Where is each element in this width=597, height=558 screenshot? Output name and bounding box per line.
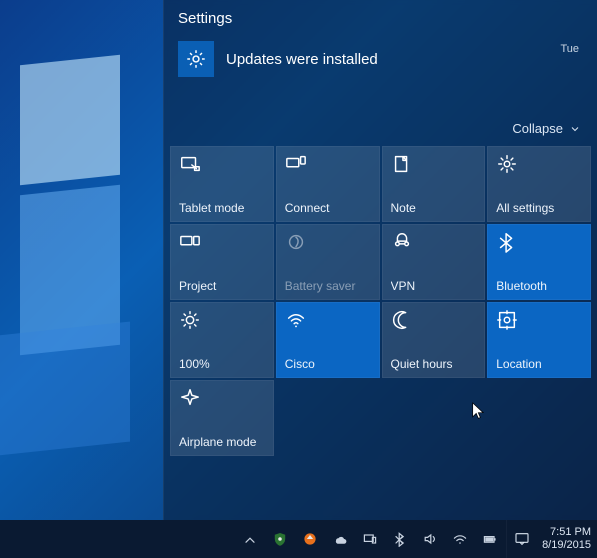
notification-group-header: Settings xyxy=(164,4,597,31)
connect-icon xyxy=(285,153,307,175)
tile-location[interactable]: Location xyxy=(487,302,591,378)
airplane-icon xyxy=(179,387,201,409)
clock-time: 7:51 PM xyxy=(542,526,591,539)
clock-date: 8/19/2015 xyxy=(542,539,591,552)
sync-orange-tray-icon[interactable] xyxy=(302,531,318,547)
tile-tablet-mode[interactable]: Tablet mode xyxy=(170,146,274,222)
tile-connect[interactable]: Connect xyxy=(276,146,380,222)
tile-label: Connect xyxy=(285,201,375,215)
tablet-icon xyxy=(179,153,201,175)
tile-bluetooth[interactable]: Bluetooth xyxy=(487,224,591,300)
bluetooth-icon xyxy=(496,231,518,253)
tile-airplane-mode[interactable]: Airplane mode xyxy=(170,380,274,456)
tile-note[interactable]: Note xyxy=(382,146,486,222)
collapse-button[interactable]: Collapse xyxy=(164,91,597,146)
tile-battery-saver[interactable]: Battery saver xyxy=(276,224,380,300)
tile-all-settings[interactable]: All settings xyxy=(487,146,591,222)
location-icon xyxy=(496,309,518,331)
tile-label: Airplane mode xyxy=(179,435,269,449)
sun-icon xyxy=(179,309,201,331)
vpn-icon xyxy=(391,231,413,253)
tile-label: All settings xyxy=(496,201,586,215)
system-tray xyxy=(230,520,506,558)
tile-label: 100% xyxy=(179,357,269,371)
collapse-label: Collapse xyxy=(512,121,563,136)
notification-item[interactable]: Updates were installed Tue xyxy=(164,31,597,91)
project-icon xyxy=(179,231,201,253)
tile-quiet-hours[interactable]: Quiet hours xyxy=(382,302,486,378)
tile-label: Bluetooth xyxy=(496,279,586,293)
tile-wifi[interactable]: Cisco xyxy=(276,302,380,378)
tile-brightness[interactable]: 100% xyxy=(170,302,274,378)
devices-tray-icon[interactable] xyxy=(362,531,378,547)
moon-icon xyxy=(391,309,413,331)
action-center-button[interactable] xyxy=(506,520,536,558)
taskbar: 7:51 PM 8/19/2015 xyxy=(0,520,597,558)
gear-icon xyxy=(496,153,518,175)
gear-icon xyxy=(178,41,214,77)
tile-label: VPN xyxy=(391,279,481,293)
tray-overflow-button[interactable] xyxy=(242,531,258,547)
onedrive-tray-icon[interactable] xyxy=(332,531,348,547)
tile-project[interactable]: Project xyxy=(170,224,274,300)
note-icon xyxy=(391,153,413,175)
battery-tray-icon[interactable] xyxy=(482,531,498,547)
shield-tray-icon[interactable] xyxy=(272,531,288,547)
tile-label: Cisco xyxy=(285,357,375,371)
action-center-panel: Settings Updates were installed Tue Coll… xyxy=(163,0,597,520)
tile-label: Quiet hours xyxy=(391,357,481,371)
tile-vpn[interactable]: VPN xyxy=(382,224,486,300)
leaf-icon xyxy=(285,231,307,253)
quick-action-grid: Tablet mode Connect Note All settings Projec… xyxy=(164,146,597,462)
notification-day: Tue xyxy=(560,41,583,55)
tile-label: Tablet mode xyxy=(179,201,269,215)
taskbar-clock[interactable]: 7:51 PM 8/19/2015 xyxy=(536,526,597,552)
tile-label: Note xyxy=(391,201,481,215)
chevron-down-icon xyxy=(569,123,581,135)
tile-label: Battery saver xyxy=(285,279,375,293)
volume-tray-icon[interactable] xyxy=(422,531,438,547)
notification-message: Updates were installed xyxy=(226,51,548,68)
tile-label: Project xyxy=(179,279,269,293)
wifi-icon xyxy=(285,309,307,331)
tile-label: Location xyxy=(496,357,586,371)
wifi-tray-icon[interactable] xyxy=(452,531,468,547)
bluetooth-tray-icon[interactable] xyxy=(392,531,408,547)
